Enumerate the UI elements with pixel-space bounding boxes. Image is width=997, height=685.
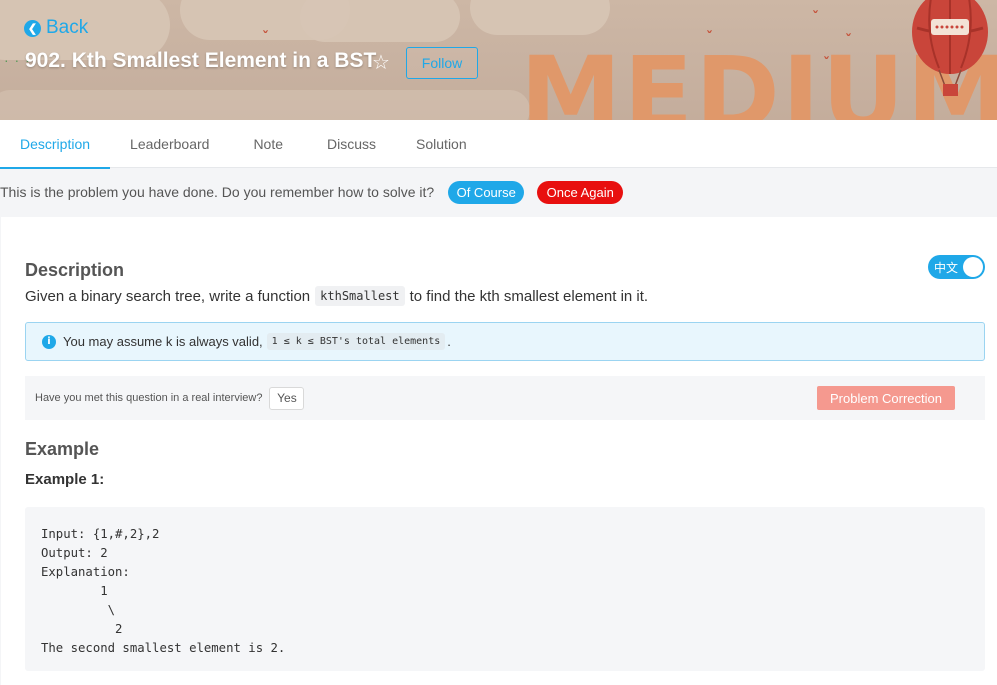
assumption-info-box: i You may assume k is always valid, 1 ≤ … [25, 322, 985, 361]
bird-decoration: ˇ [812, 10, 819, 26]
language-toggle-label: 中文 [934, 261, 959, 275]
back-label: Back [46, 17, 89, 38]
background-cloud [470, 0, 610, 35]
function-name-code: kthSmallest [315, 286, 405, 306]
example-subheading: Example 1: [25, 471, 105, 488]
problem-statement: Given a binary search tree, write a func… [25, 286, 648, 306]
tab-leaderboard[interactable]: Leaderboard [110, 120, 229, 168]
code-line: \ [41, 603, 116, 617]
info-suffix: . [447, 334, 451, 349]
problem-correction-button[interactable]: Problem Correction [817, 386, 955, 410]
problem-title: 902. Kth Smallest Element in a BST [25, 49, 377, 72]
problem-content-card: Description 中文 Given a binary search tre… [1, 217, 997, 685]
code-line: 1 [41, 584, 108, 598]
bird-decoration: ˇ [262, 30, 269, 46]
background-cloud [300, 0, 460, 42]
tab-description[interactable]: Description [0, 120, 111, 169]
hot-air-balloon-illustration [912, 0, 988, 96]
tab-discuss[interactable]: Discuss [305, 120, 396, 168]
toggle-knob [963, 257, 983, 277]
once-again-button[interactable]: Once Again [537, 180, 624, 204]
tab-note[interactable]: Note [229, 120, 305, 168]
interview-question-bar: Have you met this question in a real int… [25, 376, 985, 420]
bird-decoration: ˇ [823, 56, 830, 72]
example-code-block: Input: {1,#,2},2 Output: 2 Explanation: … [25, 507, 985, 671]
background-cloud [0, 90, 530, 120]
star-outline-icon[interactable]: ☆ [372, 50, 390, 74]
code-line: Input: {1,#,2},2 [41, 527, 160, 541]
bird-decoration: ˇ [845, 33, 852, 49]
back-link[interactable]: ❮ Back [24, 17, 88, 39]
problem-tabs: Description Leaderboard Note Discuss Sol… [0, 120, 997, 169]
bird-decoration: ˇ [706, 30, 713, 46]
code-line: 2 [41, 622, 123, 636]
code-line: Output: 2 [41, 546, 108, 560]
done-message: This is the problem you have done. Do yo… [0, 184, 435, 200]
follow-button[interactable]: Follow [406, 47, 478, 79]
info-text: You may assume k is always valid, [63, 334, 263, 349]
yes-button[interactable]: Yes [269, 386, 305, 410]
interview-question: Have you met this question in a real int… [35, 392, 263, 404]
code-line: Explanation: [41, 565, 130, 579]
constraint-code: 1 ≤ k ≤ BST's total elements [266, 333, 446, 350]
statement-text-pre: Given a binary search tree, write a func… [25, 287, 311, 305]
example-heading: Example [25, 439, 100, 459]
language-toggle[interactable]: 中文 [928, 255, 985, 279]
tab-solution[interactable]: Solution [396, 120, 487, 168]
chevron-left-circle-icon: ❮ [24, 19, 41, 37]
info-icon: i [42, 334, 56, 349]
code-line: The second smallest element is 2. [41, 641, 286, 655]
description-heading: Description [25, 260, 125, 280]
of-course-button[interactable]: Of Course [448, 180, 525, 204]
done-reminder-bar: This is the problem you have done. Do yo… [0, 168, 997, 216]
statement-text-post: to find the kth smallest element in it. [409, 287, 649, 305]
